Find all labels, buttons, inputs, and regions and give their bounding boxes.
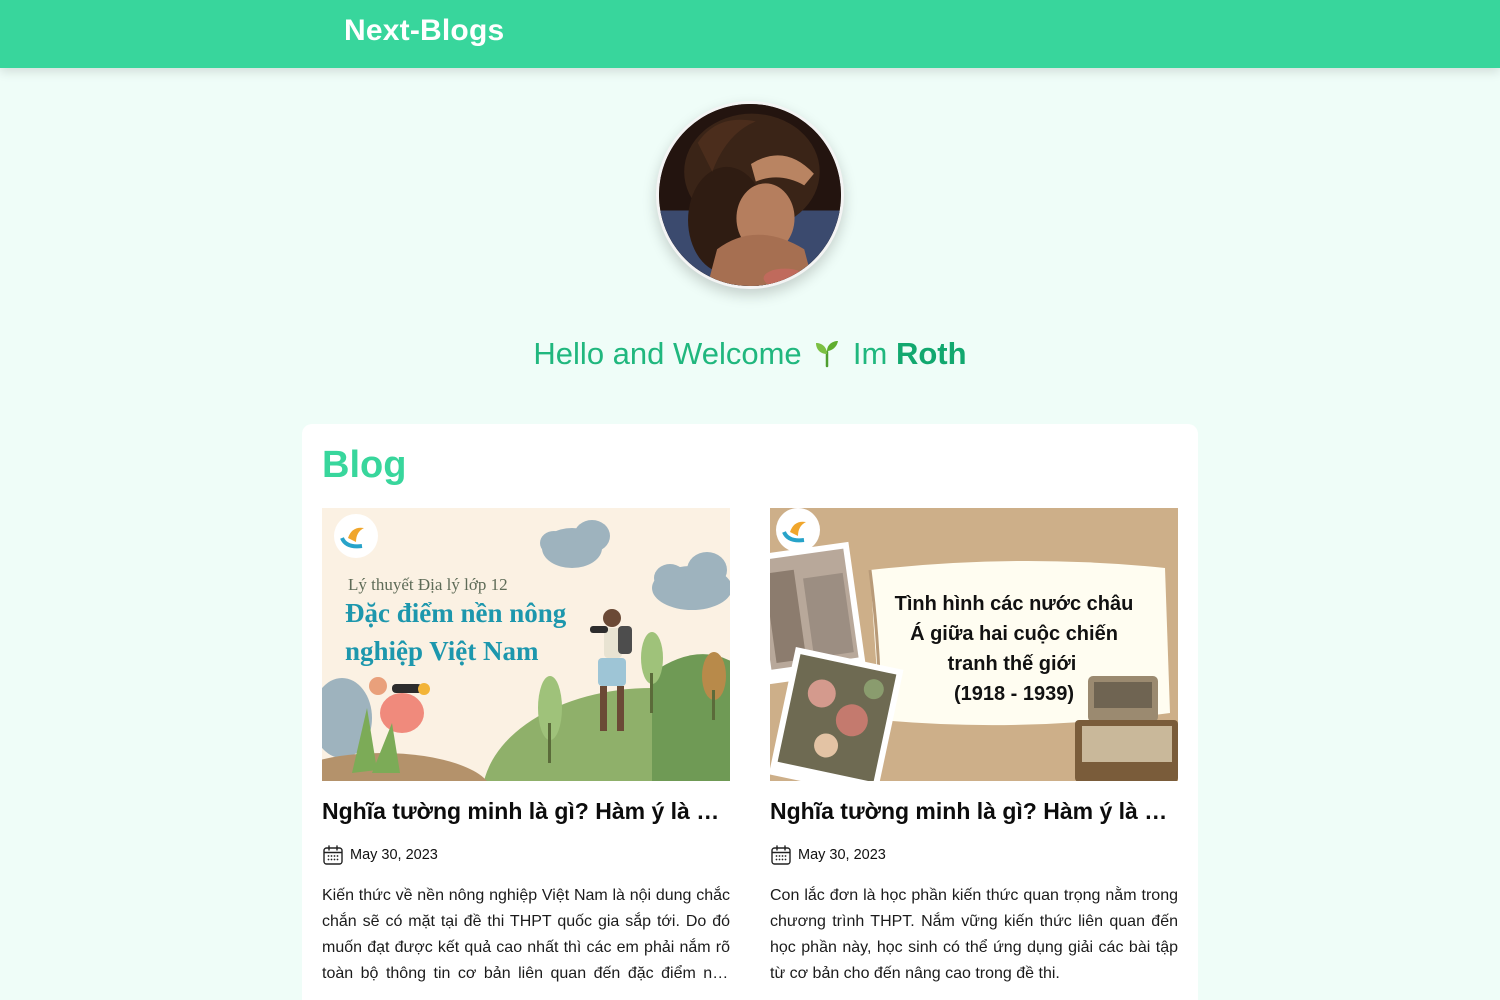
post-thumbnail[interactable]: Tình hình các nước châu Á giữa hai cuộc …	[770, 508, 1178, 781]
post-date-text: May 30, 2023	[350, 847, 438, 863]
image-title-line2: Á giữa hai cuộc chiến	[910, 622, 1118, 645]
sprout-icon	[816, 341, 839, 368]
author-name: Roth	[895, 336, 967, 371]
brand-logo-link[interactable]: Next-Blogs	[344, 14, 504, 48]
welcome-heading: Hello and Welcome Im Roth	[0, 336, 1500, 372]
image-title-line3: tranh thế giới	[948, 653, 1077, 675]
calendar-icon	[771, 845, 791, 865]
blog-post-card[interactable]: Tình hình các nước châu Á giữa hai cuộc …	[770, 508, 1178, 987]
avatar	[656, 101, 844, 289]
post-date: May 30, 2023	[770, 843, 1178, 867]
image-title-line2: nghiệp Việt Nam	[345, 636, 539, 666]
im-text: Im	[852, 336, 888, 371]
greeting-text: Hello and Welcome	[533, 336, 802, 371]
top-navbar: Next-Blogs	[0, 0, 1500, 68]
blog-section: Blog Lý thuyết Địa lý lớp 12 Đặc điểm nề…	[302, 424, 1198, 1000]
blog-post-card[interactable]: Lý thuyết Địa lý lớp 12 Đặc điểm nền nôn…	[322, 508, 730, 987]
post-title-link[interactable]: Nghĩa tường minh là gì? Hàm ý là gì? Các…	[322, 797, 730, 825]
image-title-line1: Tình hình các nước châu	[895, 593, 1134, 615]
image-title-line1: Đặc điểm nền nông	[345, 598, 567, 628]
calendar-icon	[323, 845, 343, 865]
avatar-image	[659, 104, 841, 286]
post-date-text: May 30, 2023	[798, 847, 886, 863]
blog-heading: Blog	[322, 444, 407, 486]
post-thumbnail[interactable]: Lý thuyết Địa lý lớp 12 Đặc điểm nền nôn…	[322, 508, 730, 781]
post-excerpt: Kiến thức về nền nông nghiệp Việt Nam là…	[322, 887, 730, 982]
post-title-link[interactable]: Nghĩa tường minh là gì? Hàm ý là gì? Các…	[770, 797, 1178, 825]
post-date: May 30, 2023	[322, 843, 730, 867]
image-subtitle: Lý thuyết Địa lý lớp 12	[348, 575, 508, 594]
image-title-line4: (1918 - 1939)	[954, 683, 1074, 705]
post-excerpt: Con lắc đơn là học phần kiến thức quan t…	[770, 887, 1178, 982]
